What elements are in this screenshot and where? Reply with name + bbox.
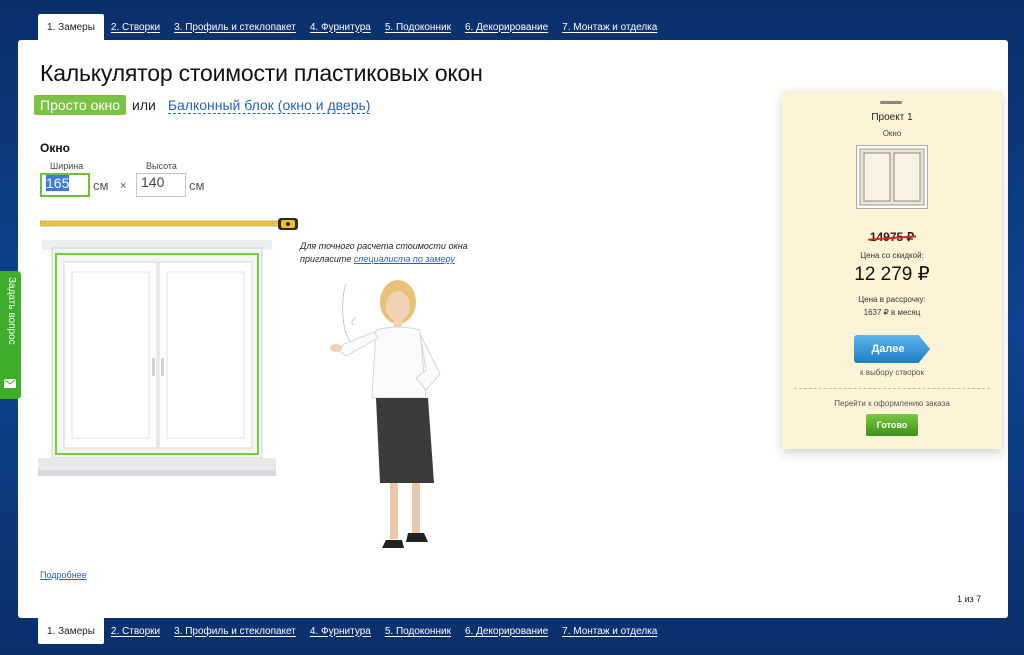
- measure-hint: Для точного расчета стоимости окна пригл…: [300, 240, 490, 266]
- mode-selector: Просто окно или Балконный блок (окно и д…: [34, 95, 371, 115]
- width-input[interactable]: 165: [40, 173, 90, 197]
- mail-icon: [4, 379, 16, 388]
- installment-label: Цена в рассрочку:: [858, 295, 926, 304]
- installment-value: 1637 ₽ в месяц: [863, 308, 921, 317]
- tab-installation-bottom[interactable]: 7. Монтаж и отделка: [555, 618, 664, 644]
- tab-measurements-bottom[interactable]: 1. Замеры: [38, 618, 104, 644]
- old-price: 14975 ₽: [869, 230, 915, 244]
- height-label: Высота: [146, 161, 177, 171]
- mode-or-label: или: [132, 97, 156, 113]
- tab-installation[interactable]: 7. Монтаж и отделка: [555, 14, 664, 40]
- mode-balcony-link[interactable]: Балконный блок (окно и дверь): [167, 97, 371, 114]
- tab-decoration-bottom[interactable]: 6. Декорирование: [458, 618, 555, 644]
- window-section-label: Окно: [40, 141, 70, 155]
- height-unit: см: [189, 178, 205, 193]
- step-pager: 1 из 7: [957, 594, 982, 604]
- tab-measurements[interactable]: 1. Замеры: [38, 14, 104, 40]
- tab-profile[interactable]: 3. Профиль и стеклопакет: [167, 14, 303, 40]
- tab-sashes-bottom[interactable]: 2. Створки: [104, 618, 167, 644]
- done-button[interactable]: Готово: [866, 414, 918, 436]
- window-illustration: [38, 240, 276, 476]
- consultant-illustration: [330, 280, 441, 548]
- tab-sill-bottom[interactable]: 5. Подоконник: [378, 618, 458, 644]
- mode-simple-window-button[interactable]: Просто окно: [34, 95, 126, 115]
- tab-profile-bottom[interactable]: 3. Профиль и стеклопакет: [167, 618, 303, 644]
- tab-hardware-bottom[interactable]: 4. Фурнитура: [303, 618, 378, 644]
- page-title: Калькулятор стоимости пластиковых окон: [40, 60, 483, 86]
- next-sublabel: к выбору створок: [859, 368, 924, 377]
- width-label: Ширина: [50, 161, 84, 171]
- tab-sashes[interactable]: 2. Створки: [104, 14, 167, 40]
- next-button[interactable]: Далее: [854, 335, 930, 363]
- width-unit: см: [93, 178, 109, 193]
- hint-specialist-link[interactable]: специалиста по замеру: [354, 254, 455, 264]
- height-input[interactable]: 140: [136, 173, 186, 197]
- top-tabbar: 1. Замеры 2. Створки 3. Профиль и стекло…: [38, 14, 664, 40]
- project-type: Окно: [882, 129, 902, 138]
- project-name: Проект 1: [871, 112, 913, 123]
- times-sign: ×: [120, 180, 127, 192]
- height-value: 140: [141, 174, 165, 190]
- measuring-tape-icon[interactable]: [40, 218, 298, 230]
- ask-question-tab[interactable]: Задать вопрос: [0, 271, 21, 399]
- tab-hardware[interactable]: 4. Фурнитура: [303, 14, 378, 40]
- order-label: Перейти к оформлению заказа: [834, 399, 950, 408]
- drag-handle-icon[interactable]: [880, 101, 902, 104]
- window-thumbnail-icon: [856, 145, 928, 209]
- tab-decoration[interactable]: 6. Декорирование: [458, 14, 555, 40]
- card-divider: [794, 388, 990, 389]
- discount-label: Цена со скидкой:: [860, 251, 924, 260]
- ask-question-label: Задать вопрос: [6, 277, 17, 345]
- tab-sill[interactable]: 5. Подоконник: [378, 14, 458, 40]
- width-value: 165: [46, 175, 70, 191]
- bottom-tabbar: 1. Замеры 2. Створки 3. Профиль и стекло…: [38, 618, 664, 644]
- calculator-panel: Калькулятор стоимости пластиковых окон П…: [18, 40, 1008, 618]
- details-link[interactable]: Подробнее: [40, 570, 87, 580]
- discount-price: 12 279 ₽: [854, 264, 930, 285]
- price-card: Проект 1 Окно 14975 ₽ Цена со скидкой: 1…: [782, 91, 1002, 449]
